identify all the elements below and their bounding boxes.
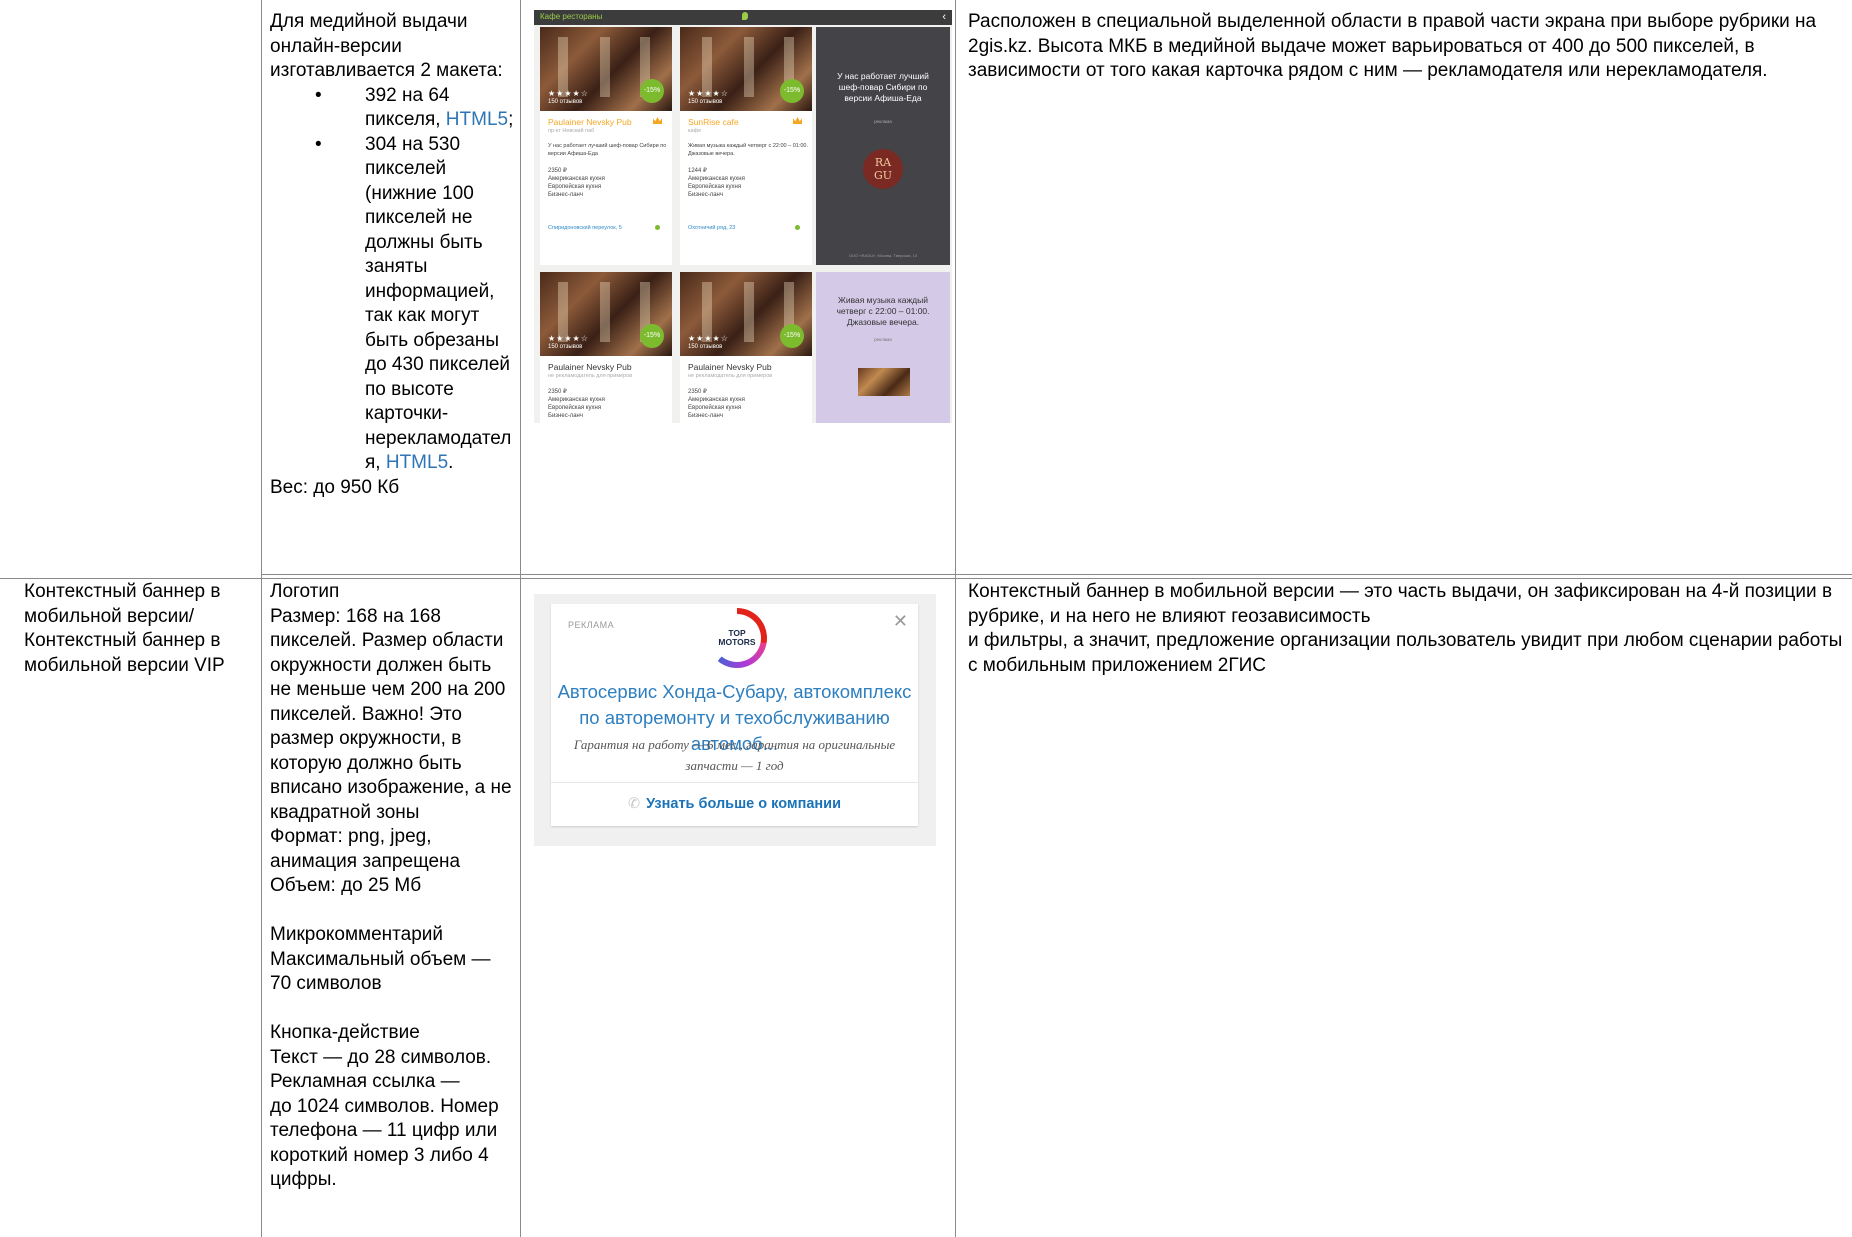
context-banner: РЕКЛАМА ✕ TOP MOTORS Автосервис Хонда-Су…	[551, 604, 918, 826]
company-card: ★★★★☆ 150 отзывов -15% Paulainer Nevsky …	[680, 272, 812, 423]
ad-image	[858, 368, 910, 396]
card-price: 2350 ₽ Американская кухня Европейская ку…	[548, 168, 605, 198]
discount-badge: -15%	[640, 79, 664, 103]
map-pin-icon	[742, 12, 748, 20]
bullet-icon: •	[315, 133, 322, 155]
row1-spec-cell: Для медийной выдачи онлайн-версии изгота…	[270, 10, 514, 500]
reviews-count: 150 отзывов	[688, 344, 723, 350]
status-dot-icon	[795, 225, 800, 230]
button-spec: Кнопка-действие Текст — до 28 символов. …	[270, 1022, 499, 1190]
ad-label: РЕКЛАМА	[568, 620, 615, 630]
phone-icon: ✆	[627, 796, 641, 812]
media-ad-lilac: Живая музыка каждый четверг с 22:00 – 01…	[816, 272, 950, 423]
card-photo: ★★★★☆ 150 отзывов -15%	[540, 27, 672, 111]
table-divider	[520, 0, 521, 1237]
topbar-title: Кафе рестораны	[540, 12, 603, 21]
company-card: ★★★★☆ 150 отзывов -15% Paulainer Nevsky …	[540, 27, 672, 265]
card-text: Живая музыка каждый четверг с 22:00 – 01…	[688, 143, 809, 157]
company-card: ★★★★☆ 150 отзывов -15% Paulainer Nevsky …	[540, 272, 672, 423]
mobile-banner-screenshot: РЕКЛАМА ✕ TOP MOTORS Автосервис Хонда-Су…	[534, 594, 936, 846]
html5-link[interactable]: HTML5	[446, 109, 508, 130]
cta-label: Узнать больше о компании	[646, 796, 842, 812]
card-price: 1244 ₽ Американская кухня Европейская ку…	[688, 168, 745, 198]
ragu-logo: RA GU	[863, 149, 903, 189]
table-divider	[261, 574, 1852, 575]
spec-item-tail: ;	[508, 109, 514, 130]
learn-more-button[interactable]: ✆ Узнать больше о компании	[551, 794, 918, 814]
chevron-left-icon: ‹	[942, 11, 946, 23]
rating-stars: ★★★★☆	[548, 334, 589, 343]
logo-spec: Логотип Размер: 168 на 168 пикселей. Раз…	[270, 581, 512, 896]
rating-stars: ★★★★☆	[688, 89, 729, 98]
card-subtitle: кафе	[688, 128, 702, 134]
card-address: Охотничий ряд, 23	[688, 225, 736, 231]
bullet-icon: •	[315, 84, 322, 106]
spec-item-text: 392 на 64 пикселя,	[365, 84, 450, 131]
ad-label: реклама	[874, 337, 892, 342]
reviews-count: 150 отзывов	[548, 344, 583, 350]
html5-link[interactable]: HTML5	[386, 452, 448, 473]
media-screenshot: Кафе рестораны ‹ ★★★★☆ 150 отзывов -15% …	[534, 10, 952, 423]
table-divider	[261, 0, 262, 1237]
row2-spec-cell: Логотип Размер: 168 на 168 пикселей. Раз…	[270, 580, 514, 1193]
ad-label: реклама	[874, 119, 892, 124]
divider	[551, 782, 918, 783]
reviews-count: 150 отзывов	[548, 99, 583, 105]
spec-item-text: 304 на 530 пикселей (нижние 100 пикселей…	[365, 133, 512, 474]
crown-icon	[653, 117, 662, 124]
card-name: SunRise cafe	[688, 117, 739, 127]
card-text: У нас работает лучший шеф-повар Сибири п…	[548, 143, 667, 157]
discount-badge: -15%	[780, 324, 804, 348]
card-subtitle: пр-кт Невский паб	[548, 128, 595, 134]
row1-description: Расположен в специальной выделенной обла…	[968, 11, 1817, 81]
row2-description: Контекстный баннер в мобильной версии — …	[968, 581, 1843, 676]
top-motors-logo: TOP MOTORS	[707, 608, 767, 668]
microcomment-spec: Микрокомментарий Максимальный объем — 70…	[270, 924, 491, 994]
reviews-count: 150 отзывов	[688, 99, 723, 105]
ad-headline: У нас работает лучший шеф-повар Сибири п…	[837, 71, 929, 103]
spec-item-tail: .	[448, 452, 454, 473]
card-photo: ★★★★☆ 150 отзывов -15%	[680, 27, 812, 111]
banner-description: Гарантия на работу — 6 мес., гарантия на…	[573, 737, 896, 773]
rating-stars: ★★★★☆	[548, 89, 589, 98]
row2-type: Контекстный баннер в мобильной версии/ К…	[24, 581, 225, 676]
ad-footer: ООО «RAGU», Москва, Тверская, 10	[848, 253, 918, 258]
spec-list: • 392 на 64 пикселя, HTML5; • 304 на 530…	[315, 84, 514, 476]
card-subtitle: не рекламодатель для примеров	[548, 373, 633, 379]
card-name: Paulainer Nevsky Pub	[548, 362, 632, 372]
media-ad-dark: У нас работает лучший шеф-повар Сибири п…	[816, 27, 950, 265]
screenshot-topbar: Кафе рестораны ‹	[534, 10, 952, 25]
list-item: • 392 на 64 пикселя, HTML5;	[315, 84, 514, 133]
company-card: ★★★★☆ 150 отзывов -15% SunRise cafe кафе…	[680, 27, 812, 265]
card-photo: ★★★★☆ 150 отзывов -15%	[680, 272, 812, 356]
close-icon[interactable]: ✕	[893, 610, 908, 632]
discount-badge: -15%	[640, 324, 664, 348]
card-price: 2350 ₽ Американская кухня Европейская ку…	[548, 389, 605, 419]
rating-stars: ★★★★☆	[688, 334, 729, 343]
discount-badge: -15%	[780, 79, 804, 103]
ad-headline: Живая музыка каждый четверг с 22:00 – 01…	[836, 295, 930, 327]
spec-weight: Вес: до 950 Кб	[270, 476, 400, 498]
table-divider	[955, 0, 956, 1237]
spec-intro: Для медийной выдачи онлайн-версии изгота…	[270, 11, 503, 81]
status-dot-icon	[655, 225, 660, 230]
card-address: Спиридоновский переулок, 5	[548, 225, 622, 231]
crown-icon	[793, 117, 802, 124]
card-price: 2350 ₽ Американская кухня Европейская ку…	[688, 389, 745, 419]
card-photo: ★★★★☆ 150 отзывов -15%	[540, 272, 672, 356]
document-table: Для медийной выдачи онлайн-версии изгота…	[0, 0, 1852, 1237]
card-name: Paulainer Nevsky Pub	[688, 362, 772, 372]
card-subtitle: не рекламодатель для примеров	[688, 373, 773, 379]
table-divider	[0, 578, 1852, 579]
list-item: • 304 на 530 пикселей (нижние 100 пиксел…	[315, 133, 514, 476]
card-name: Paulainer Nevsky Pub	[548, 117, 632, 127]
logo-text: TOP MOTORS	[713, 614, 761, 662]
